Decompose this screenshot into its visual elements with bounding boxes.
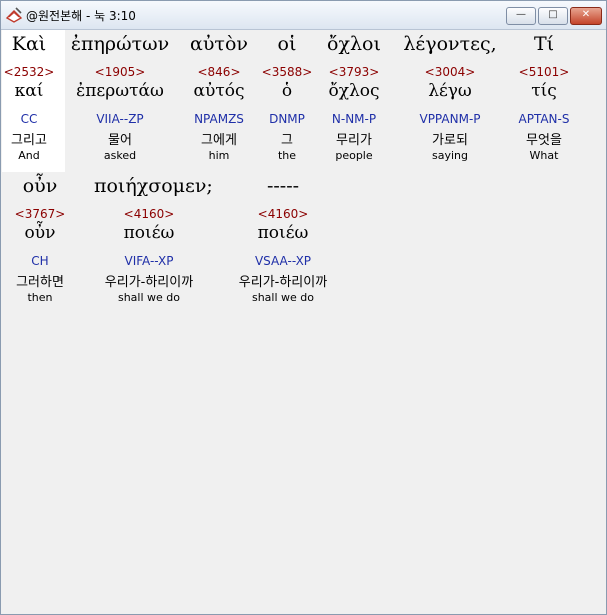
lemma: ὄχλος (328, 81, 380, 101)
english-gloss: asked (103, 149, 137, 162)
english-gloss: shall we do (251, 291, 315, 304)
morph-code[interactable]: VSAA--XP (228, 254, 338, 268)
lemma: τίς (531, 81, 557, 101)
korean-gloss: 우리가-하리이까 (104, 275, 194, 290)
maximize-button[interactable]: □ (538, 7, 568, 25)
interlinear-view: Καὶ <2532> καί CC 그리고 And ἐπηρώτων <1905… (2, 30, 605, 613)
lemma: ποιέω (257, 223, 309, 243)
english-gloss: What (529, 149, 559, 162)
strong-number[interactable]: <4160> (94, 207, 204, 221)
greek-word: ποιήχσομεν; (94, 175, 213, 197)
english-gloss: shall we do (117, 291, 181, 304)
lemma: ποιέω (123, 223, 175, 243)
window-title: @원전본해 - 눅 3:10 (26, 9, 136, 23)
minimize-button[interactable]: — (506, 7, 536, 25)
strong-number[interactable]: <3767> (0, 207, 95, 221)
english-gloss: people (335, 149, 373, 162)
korean-gloss: 그러하면 (16, 275, 64, 290)
morph-code[interactable]: APTAN-S (489, 112, 599, 126)
strong-number[interactable]: <5101> (489, 65, 599, 79)
greek-word: ἐπηρώτων (70, 33, 170, 55)
lemma: ἐπερωτάω (76, 81, 164, 101)
korean-gloss: 우리가-하리이까 (238, 275, 328, 290)
close-button[interactable]: ✕ (570, 7, 602, 25)
book-pen-icon (5, 7, 23, 23)
morph-code[interactable]: N-NM-P (299, 112, 409, 126)
morph-code[interactable]: VIIA--ZP (65, 112, 175, 126)
korean-gloss: 물어 (108, 133, 132, 148)
strong-number[interactable]: <1905> (65, 65, 175, 79)
title-bar[interactable]: @원전본해 - 눅 3:10 — □ ✕ (1, 1, 606, 30)
korean-gloss: 무리가 (336, 133, 372, 148)
strong-number[interactable]: <4160> (228, 207, 338, 221)
strong-number[interactable]: <3793> (299, 65, 409, 79)
morph-code[interactable]: CH (0, 254, 95, 268)
english-gloss: then (27, 291, 53, 304)
greek-word: ὄχλοι (327, 33, 381, 55)
app-window: @원전본해 - 눅 3:10 — □ ✕ Καὶ <2532> καί CC 그… (0, 0, 607, 615)
greek-word: Τί (533, 33, 555, 55)
korean-gloss: 무엇을 (526, 133, 562, 148)
lemma: οὖν (24, 223, 56, 243)
morph-code[interactable]: VIFA--XP (94, 254, 204, 268)
greek-word: οὖν (22, 175, 58, 197)
greek-word: ----- (266, 175, 300, 197)
